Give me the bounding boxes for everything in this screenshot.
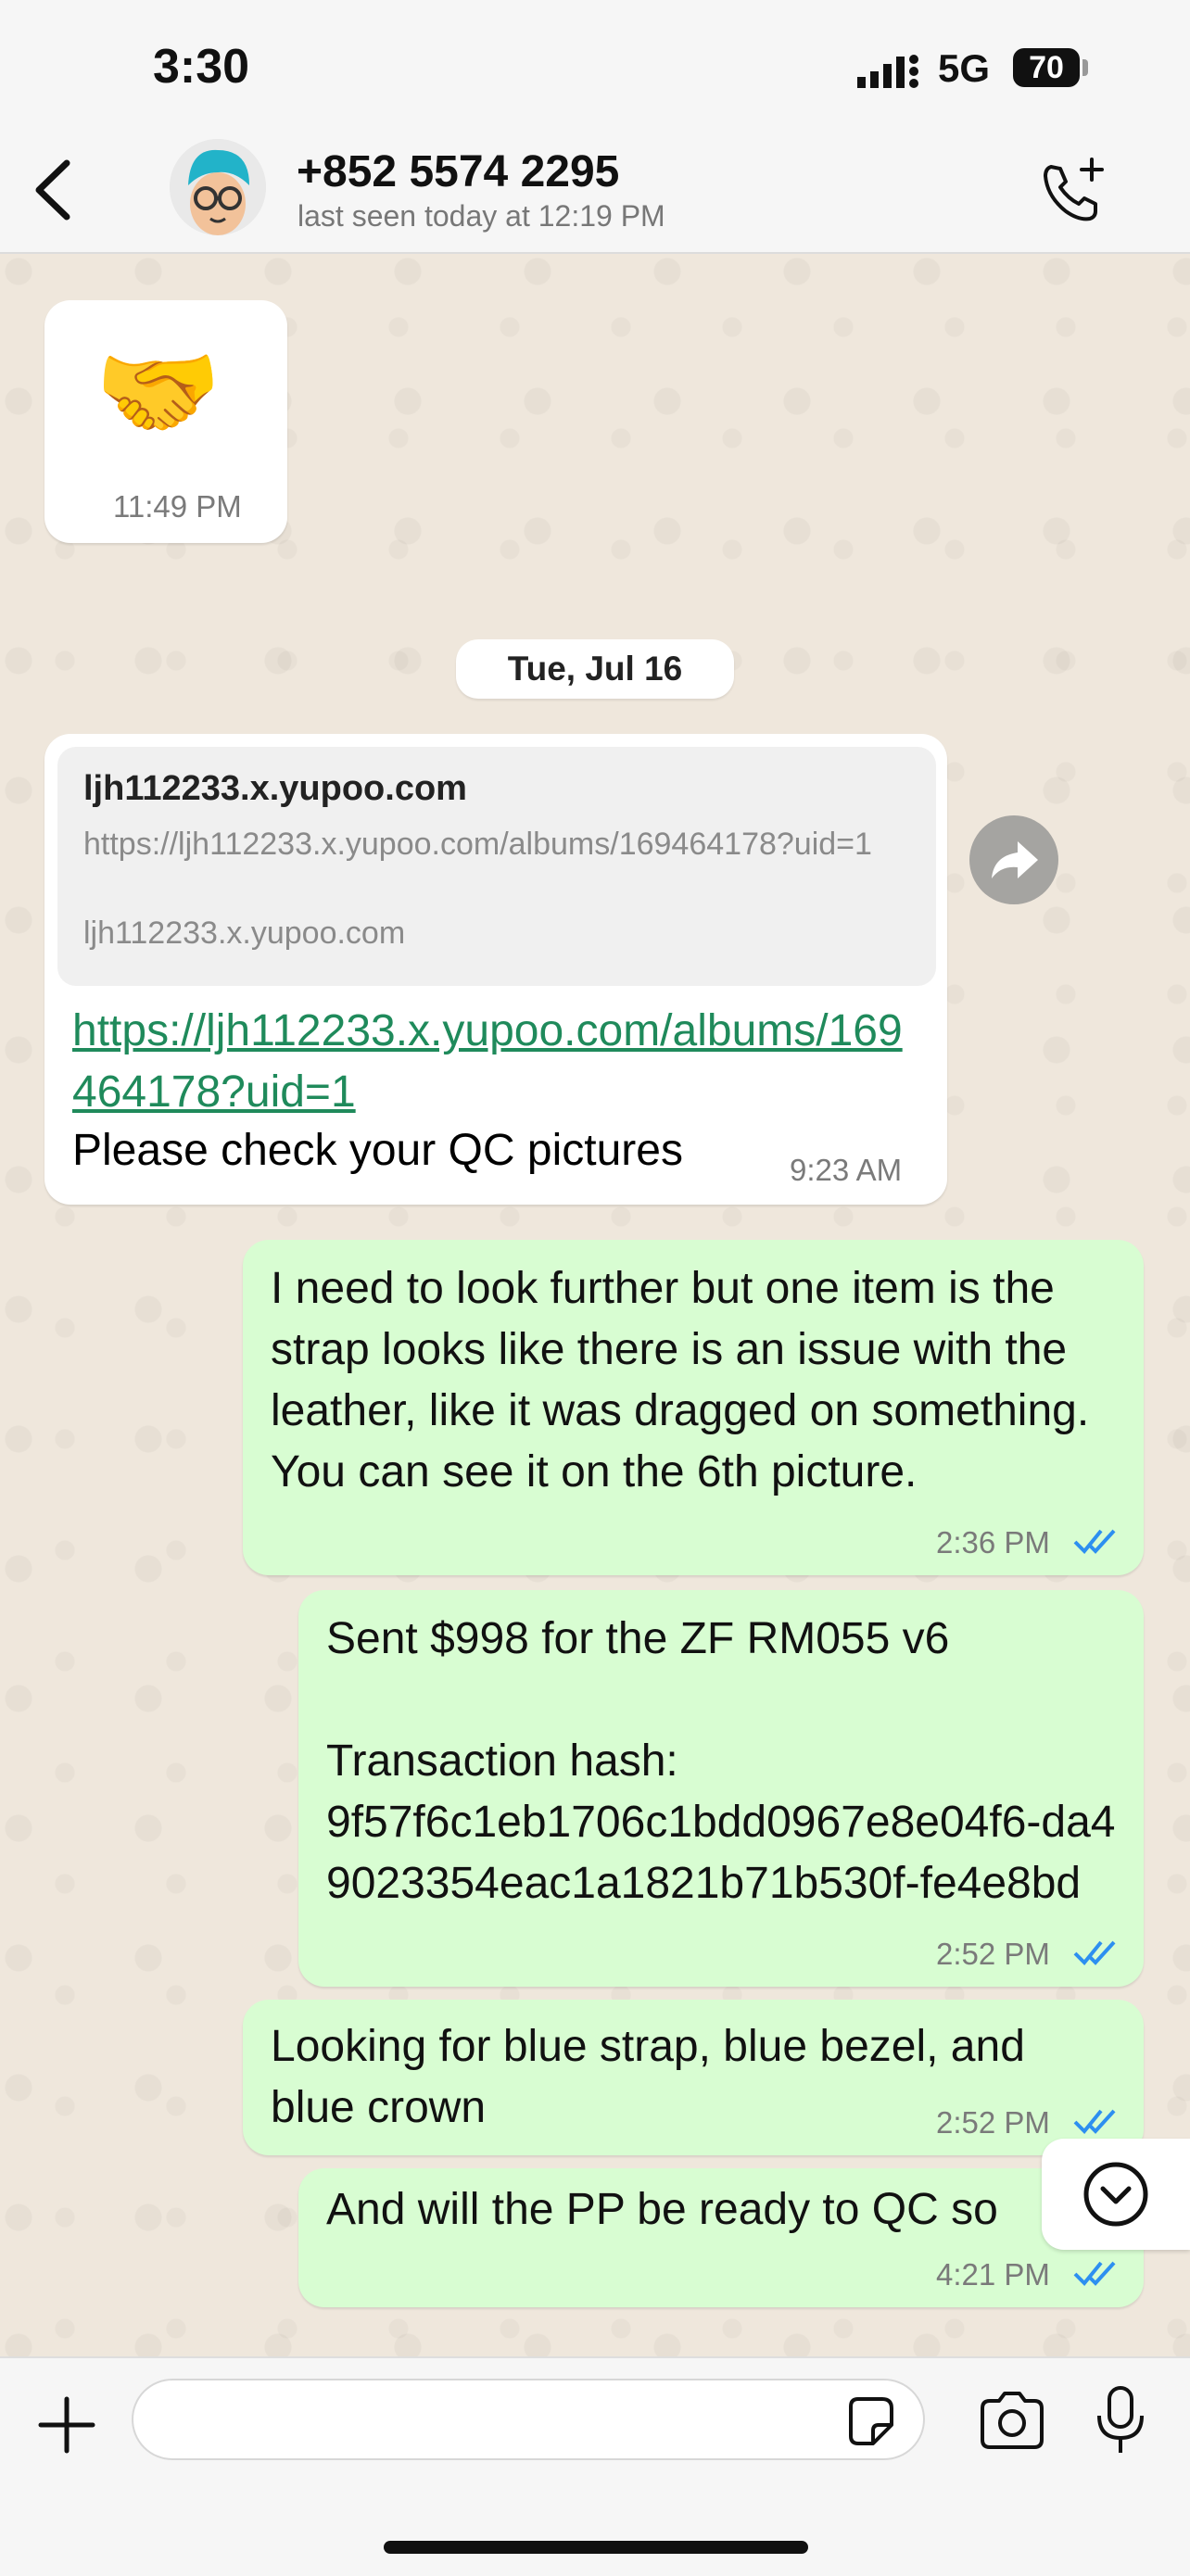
home-indicator (384, 2541, 808, 2554)
message-time: 2:36 PM (936, 1525, 1050, 1559)
message-text: And will the PP be ready to QC so (326, 2185, 998, 2234)
handshake-emoji: 🤝 (95, 335, 222, 449)
read-receipt-icon (1073, 2261, 1116, 2286)
back-icon[interactable] (28, 158, 83, 222)
battery-cap (1082, 59, 1088, 76)
signal-icon (857, 55, 918, 88)
read-receipt-icon (1073, 1940, 1116, 1965)
message-incoming-handshake[interactable]: 🤝 11:49 PM (44, 300, 287, 543)
avatar-illustration (170, 139, 266, 235)
date-separator: Tue, Jul 16 (456, 639, 734, 699)
add-call-icon[interactable] (1038, 156, 1108, 226)
mic-icon[interactable] (1092, 2384, 1149, 2456)
link-preview-url: https://ljh112233.x.yupoo.com/albums/169… (83, 827, 872, 862)
message-input[interactable] (132, 2379, 925, 2460)
message-text: I need to look further but one item is t… (271, 1264, 1101, 1496)
message-time: 2:52 PM (936, 1937, 1050, 1971)
read-receipt-icon (1073, 2109, 1116, 2134)
scroll-down-icon (1083, 2162, 1148, 2227)
message-time: 2:52 PM (936, 2105, 1050, 2140)
network-type: 5G (938, 46, 991, 90)
message-outgoing[interactable]: Looking for blue strap, blue bezel, and … (243, 2000, 1144, 2155)
message-outgoing[interactable]: And will the PP be ready to QC so 4:21 P… (298, 2168, 1144, 2307)
message-outgoing[interactable]: Sent $998 for the ZF RM055 v6 Transactio… (298, 1590, 1144, 1987)
compose-bar (0, 2356, 1190, 2576)
chat-header: 3:30 5G 70 +852 5574 2295 last seen toda… (0, 0, 1190, 254)
link-preview-title: ljh112233.x.yupoo.com (83, 769, 467, 808)
avatar[interactable] (170, 139, 266, 235)
read-receipt-icon (1073, 1529, 1116, 1554)
message-time: 4:21 PM (936, 2257, 1050, 2292)
forward-icon[interactable] (969, 815, 1058, 904)
message-time: 9:23 AM (790, 1153, 903, 1187)
status-time: 3:30 (153, 40, 250, 94)
battery-level: 70 (1013, 48, 1080, 87)
message-time: 11:49 PM (113, 489, 242, 524)
last-seen-status: last seen today at 12:19 PM (298, 199, 665, 233)
contact-name[interactable]: +852 5574 2295 (297, 146, 619, 197)
message-text: Sent $998 for the ZF RM055 v6 Transactio… (326, 1614, 1116, 1908)
camera-icon[interactable] (977, 2388, 1047, 2453)
link-preview-domain: ljh112233.x.yupoo.com (83, 915, 406, 951)
message-text: Please check your QC pictures (72, 1126, 683, 1175)
plus-icon[interactable] (33, 2392, 100, 2458)
message-outgoing[interactable]: I need to look further but one item is t… (243, 1240, 1144, 1575)
scroll-to-bottom-button[interactable] (1042, 2139, 1190, 2250)
sticker-icon[interactable] (842, 2393, 897, 2449)
message-link[interactable]: https://ljh112233.x.yupoo.com/albums/169… (72, 1001, 906, 1123)
link-preview[interactable]: ljh112233.x.yupoo.com https://ljh112233.… (57, 747, 936, 986)
